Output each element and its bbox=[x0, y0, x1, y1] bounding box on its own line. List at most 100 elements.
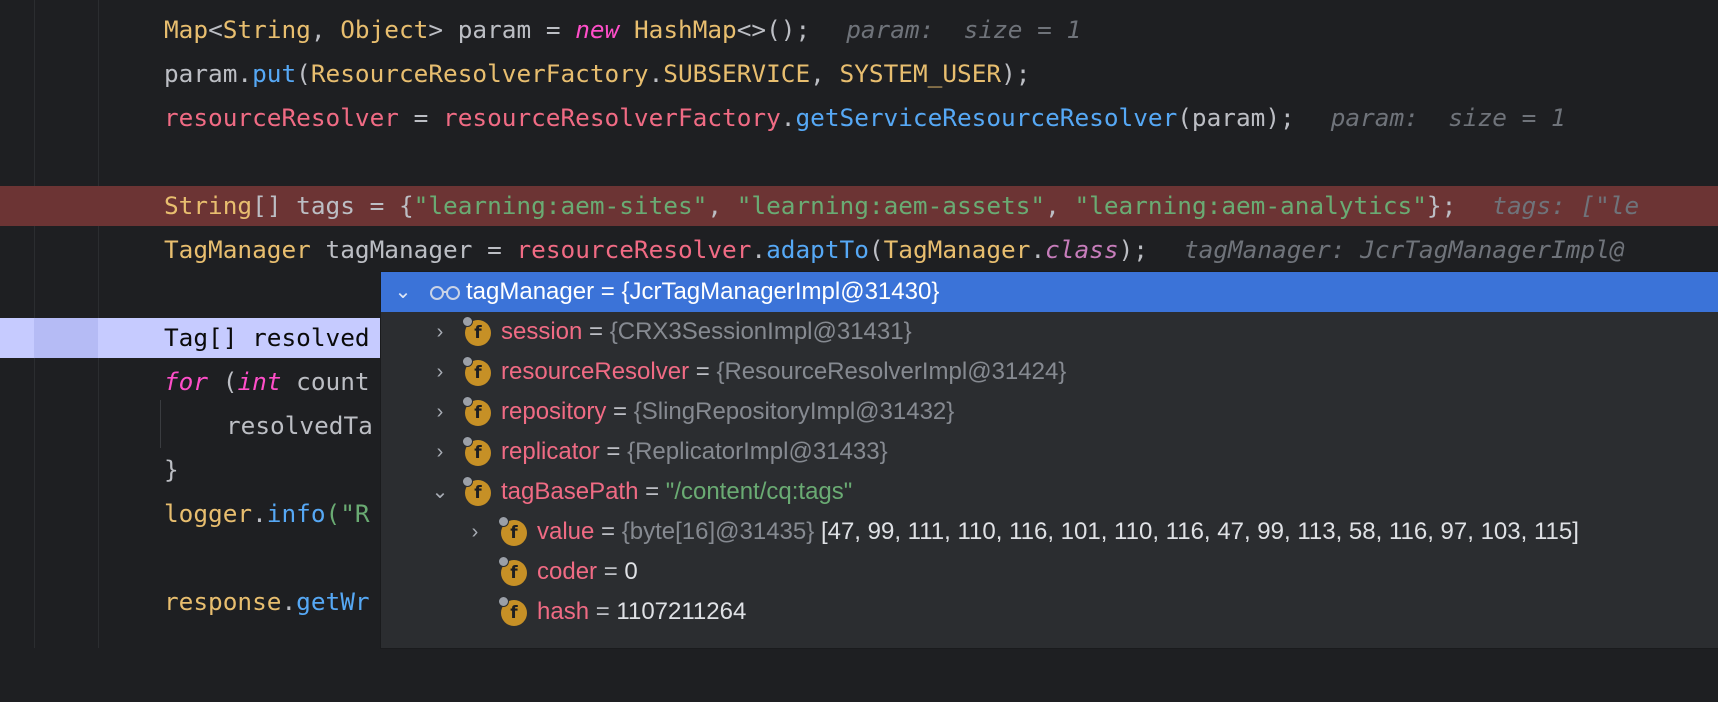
chevron-down-icon[interactable]: ⌄ bbox=[430, 472, 450, 512]
chevron-down-icon[interactable]: ⌄ bbox=[393, 272, 413, 312]
field-name: value bbox=[537, 518, 595, 545]
field-value: {ResourceResolverImpl@31424} bbox=[716, 358, 1067, 385]
field-name: resourceResolver bbox=[501, 358, 690, 385]
chevron-right-icon[interactable]: › bbox=[430, 432, 450, 472]
code-token: . bbox=[751, 235, 767, 264]
field-token: response bbox=[164, 587, 282, 616]
string-token: "learning:aem-assets" bbox=[736, 191, 1046, 220]
debug-root-row[interactable]: ⌄ tagManager = {JcrTagManagerImpl@31430} bbox=[381, 272, 1718, 312]
field-value: [47, 99, 111, 110, 116, 101, 110, 116, 4… bbox=[820, 518, 1579, 545]
debug-child-row[interactable]: f coder = 0 bbox=[381, 552, 1718, 592]
code-token: = bbox=[398, 103, 444, 132]
field-value: {ReplicatorImpl@31433} bbox=[627, 438, 888, 465]
inline-debug-hint: tags: ["le bbox=[1492, 191, 1640, 220]
field-value: {CRX3SessionImpl@31431} bbox=[609, 318, 912, 345]
code-token: . bbox=[780, 103, 796, 132]
equals-sign: = bbox=[599, 438, 628, 465]
field-icon: f bbox=[462, 316, 491, 346]
equals-sign: = bbox=[638, 478, 666, 505]
method-token: put bbox=[252, 59, 297, 88]
code-token: > param = bbox=[428, 15, 576, 44]
debug-child-row[interactable]: f hash = 1107211264 bbox=[381, 592, 1718, 632]
code-line-param-put[interactable]: param.put(ResourceResolverFactory.SUBSER… bbox=[0, 54, 1718, 94]
code-token: < bbox=[208, 15, 223, 44]
code-token: ); bbox=[1118, 235, 1148, 264]
field-icon: f bbox=[462, 476, 491, 506]
code-token: . bbox=[252, 499, 267, 528]
debug-field-row[interactable]: ⌄ f tagBasePath = "/content/cq:tags" bbox=[381, 472, 1718, 512]
debug-field-row[interactable]: › f resourceResolver = {ResourceResolverIm… bbox=[381, 352, 1718, 392]
variable-name: tagManager bbox=[466, 278, 595, 305]
field-icon: f bbox=[498, 596, 527, 626]
field-icon: f bbox=[498, 556, 527, 586]
field-value: "/content/cq:tags" bbox=[665, 478, 853, 505]
debug-field-row[interactable]: › f repository = {SlingRepositoryImpl@3143… bbox=[381, 392, 1718, 432]
keyword-token: new bbox=[575, 15, 620, 44]
lock-icon bbox=[498, 516, 509, 527]
chevron-right-icon[interactable]: › bbox=[430, 312, 450, 352]
code-line-resource-resolver[interactable]: resourceResolver = resourceResolverFacto… bbox=[0, 98, 1718, 138]
method-token: info bbox=[266, 499, 326, 528]
code-line-tag-manager[interactable]: TagManager tagManager = resourceResolver… bbox=[0, 230, 1718, 270]
field-reference: {byte[16]@31435} bbox=[621, 518, 821, 545]
field-icon: f bbox=[462, 436, 491, 466]
field-badge-letter: f bbox=[474, 363, 482, 383]
lock-icon bbox=[462, 356, 473, 367]
chevron-right-icon[interactable]: › bbox=[430, 352, 450, 392]
field-badge-letter: f bbox=[510, 603, 518, 623]
type-token: TagManager bbox=[883, 235, 1031, 264]
field-name: replicator bbox=[501, 438, 600, 465]
field-name: session bbox=[501, 318, 583, 345]
field-value: 0 bbox=[624, 558, 638, 585]
code-token: [] tags = { bbox=[252, 191, 414, 220]
string-token: "learning:aem-sites" bbox=[413, 191, 708, 220]
equals-sign: = bbox=[589, 598, 617, 625]
lock-icon bbox=[462, 436, 473, 447]
lock-icon bbox=[498, 596, 509, 607]
code-token: param. bbox=[164, 59, 253, 88]
field-badge-letter: f bbox=[510, 523, 518, 543]
field-token: resourceResolver bbox=[164, 103, 399, 132]
code-token: , bbox=[707, 191, 737, 220]
field-badge-letter: f bbox=[474, 483, 482, 503]
string-token: "learning:aem-analytics" bbox=[1074, 191, 1427, 220]
lock-icon bbox=[498, 556, 509, 567]
field-token: resourceResolverFactory bbox=[443, 103, 781, 132]
code-token: Tag[] resolved bbox=[164, 323, 370, 352]
equals-sign: = bbox=[594, 518, 622, 545]
equals-sign: = bbox=[606, 398, 634, 425]
debug-field-row[interactable]: › f session = {CRX3SessionImpl@31431} bbox=[381, 312, 1718, 352]
code-token: ); bbox=[1001, 59, 1031, 88]
code-token: ( bbox=[208, 367, 238, 396]
lock-icon bbox=[462, 476, 473, 487]
string-token: ("R bbox=[325, 499, 370, 528]
code-token: . bbox=[1030, 235, 1046, 264]
debug-variable-popup[interactable]: ⌄ tagManager = {JcrTagManagerImpl@31430}… bbox=[381, 272, 1718, 648]
chevron-right-icon[interactable]: › bbox=[465, 512, 485, 552]
field-badge-letter: f bbox=[474, 443, 482, 463]
method-token: getWr bbox=[296, 587, 370, 616]
field-name: coder bbox=[537, 558, 598, 585]
field-badge-letter: f bbox=[474, 323, 482, 343]
code-token: . bbox=[648, 59, 664, 88]
keyword-token: for bbox=[164, 367, 209, 396]
code-line-tags-breakpoint[interactable]: String[] tags = {"learning:aem-sites", "… bbox=[0, 186, 1718, 226]
code-line-map-param[interactable]: Map<String, Object> param = new HashMap<… bbox=[0, 10, 1718, 50]
type-token: TagManager bbox=[164, 235, 311, 264]
equals-sign: = bbox=[597, 558, 625, 585]
code-token: . bbox=[281, 587, 297, 616]
code-token: , bbox=[1045, 191, 1075, 220]
debug-field-row[interactable]: › f replicator = {ReplicatorImpl@31433} bbox=[381, 432, 1718, 472]
code-token: (param); bbox=[1177, 103, 1295, 132]
inline-debug-hint: param: size = 1 bbox=[1330, 103, 1566, 132]
debug-child-row[interactable]: › f value = {byte[16]@31435} [47, 99, 111,… bbox=[381, 512, 1718, 552]
type-token: String bbox=[222, 15, 311, 44]
code-token: , bbox=[310, 15, 341, 44]
chevron-right-icon[interactable]: › bbox=[430, 392, 450, 432]
method-token: adaptTo bbox=[766, 235, 869, 264]
lock-icon bbox=[462, 396, 473, 407]
keyword-token: class bbox=[1045, 235, 1119, 264]
code-token: resolvedTa bbox=[226, 411, 373, 440]
field-value: {SlingRepositoryImpl@31432} bbox=[633, 398, 955, 425]
